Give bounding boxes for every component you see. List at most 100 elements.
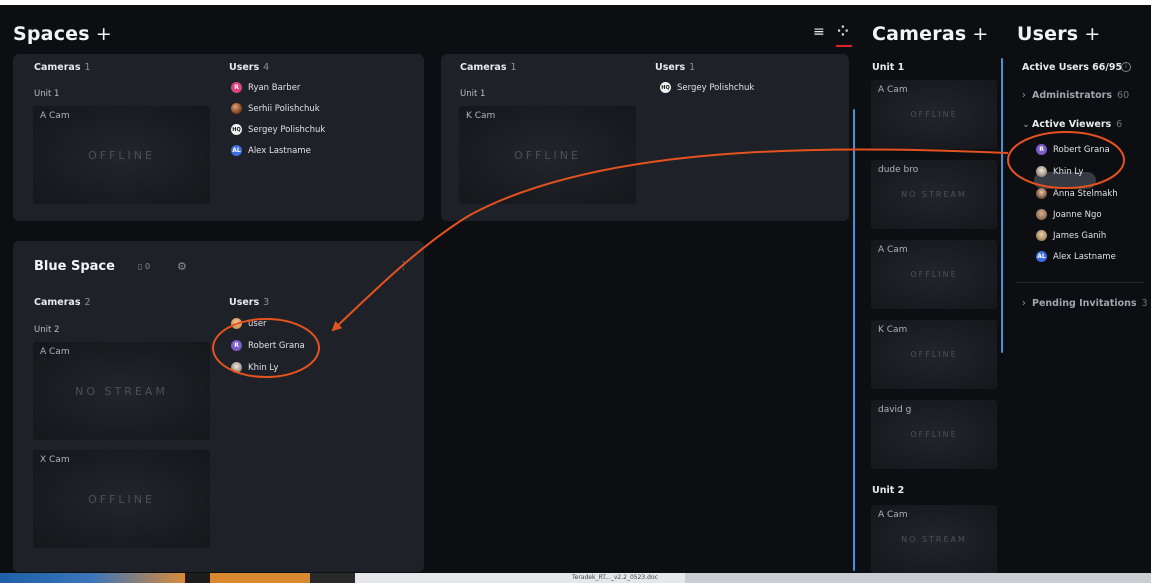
camera-tile[interactable]: dude bro NO STREAM bbox=[871, 160, 997, 229]
space-camera-count: ▯ 0 bbox=[138, 262, 151, 271]
camera-tile[interactable]: A Cam OFFLINE bbox=[871, 240, 997, 309]
camera-tile[interactable]: K Cam OFFLINE bbox=[871, 320, 997, 389]
viewer-item[interactable]: R Robert Grana bbox=[1036, 144, 1110, 155]
add-camera-button[interactable]: + bbox=[972, 23, 988, 45]
user-item[interactable]: R Robert Grana bbox=[231, 340, 305, 351]
divider bbox=[1016, 282, 1144, 283]
group-administrators[interactable]: › Administrators 60 bbox=[1022, 90, 1129, 101]
avatar: R bbox=[1036, 144, 1047, 155]
viewer-item[interactable]: AL Alex Lastname bbox=[1036, 251, 1116, 262]
camera-name: dude bro bbox=[878, 165, 919, 175]
camera-status: OFFLINE bbox=[910, 350, 958, 359]
viewer-item[interactable]: Joanne Ngo bbox=[1036, 209, 1102, 220]
avatar: R bbox=[231, 340, 242, 351]
avatar bbox=[231, 362, 242, 373]
users-label: Users 1 bbox=[655, 62, 696, 73]
unit-label: Unit 1 bbox=[872, 62, 905, 73]
camera-tile[interactable]: X Cam OFFLINE bbox=[33, 450, 210, 548]
unit-label: Unit 2 bbox=[872, 485, 905, 496]
avatar bbox=[231, 318, 242, 329]
taskbar-thumbnail[interactable] bbox=[185, 573, 210, 583]
taskbar-file-label: Teradek_RT..._v2.2_0523.doc bbox=[572, 574, 658, 581]
active-view-indicator bbox=[836, 45, 852, 47]
camera-tile[interactable]: K Cam OFFLINE bbox=[459, 106, 636, 204]
taskbar: Teradek_RT..._v2.2_0523.doc bbox=[0, 573, 1151, 583]
camera-status: OFFLINE bbox=[88, 493, 155, 506]
camera-name: A Cam bbox=[40, 111, 70, 121]
avatar: R bbox=[231, 82, 242, 93]
camera-name: A Cam bbox=[40, 347, 70, 357]
info-icon[interactable]: i bbox=[1121, 62, 1131, 72]
viewer-item[interactable]: Anna Stelmakh bbox=[1036, 188, 1118, 199]
camera-name: A Cam bbox=[878, 85, 908, 95]
avatar bbox=[1036, 188, 1047, 199]
space-title: Blue Space bbox=[34, 259, 115, 274]
camera-tile[interactable]: A Cam NO STREAM bbox=[33, 342, 210, 440]
user-item[interactable]: HQ Sergey Polishchuk bbox=[660, 82, 754, 93]
add-user-button[interactable]: + bbox=[1084, 23, 1100, 45]
spaces-scrollbar[interactable] bbox=[853, 109, 855, 571]
user-item[interactable]: Khin Ly bbox=[231, 362, 278, 373]
camera-status: OFFLINE bbox=[910, 110, 958, 119]
camera-name: david g bbox=[878, 405, 912, 415]
avatar: AL bbox=[1036, 251, 1047, 262]
camera-status: NO STREAM bbox=[901, 535, 967, 544]
avatar: HQ bbox=[660, 82, 671, 93]
chevron-right-icon: › bbox=[1022, 298, 1026, 309]
chevron-down-icon: ⌄ bbox=[1022, 119, 1030, 130]
users-title: Users bbox=[1017, 23, 1079, 45]
user-item[interactable]: HQ Sergey Polishchuk bbox=[231, 124, 325, 135]
add-space-button[interactable]: + bbox=[96, 23, 112, 45]
chevron-right-icon: › bbox=[1022, 90, 1026, 101]
spaces-header: Spaces + bbox=[13, 23, 112, 45]
unit-label: Unit 2 bbox=[34, 325, 60, 335]
camera-name: K Cam bbox=[878, 325, 908, 335]
camera-name: A Cam bbox=[878, 245, 908, 255]
camera-status: NO STREAM bbox=[901, 190, 967, 199]
camera-status: NO STREAM bbox=[75, 385, 168, 398]
camera-tile[interactable]: A Cam OFFLINE bbox=[871, 80, 997, 149]
unit-label: Unit 1 bbox=[34, 89, 60, 99]
camera-tile[interactable]: A Cam OFFLINE bbox=[33, 106, 210, 204]
users-label: Users 3 bbox=[229, 297, 270, 308]
cameras-label: Cameras 2 bbox=[34, 297, 91, 308]
avatar bbox=[1036, 230, 1047, 241]
camera-icon: ▯ bbox=[138, 262, 143, 271]
avatar: AL bbox=[231, 145, 242, 156]
camera-status: OFFLINE bbox=[910, 430, 958, 439]
more-menu-icon[interactable]: ⋮ bbox=[398, 259, 409, 272]
user-item[interactable]: AL Alex Lastname bbox=[231, 145, 311, 156]
group-active-viewers[interactable]: ⌄ Active Viewers 6 bbox=[1022, 119, 1122, 130]
user-item[interactable]: user bbox=[231, 318, 267, 329]
camera-status: OFFLINE bbox=[910, 270, 958, 279]
camera-tile[interactable]: A Cam NO STREAM bbox=[871, 505, 997, 574]
users-label: Users 4 bbox=[229, 62, 270, 73]
viewer-item[interactable]: Khin Ly bbox=[1036, 166, 1083, 177]
spaces-title: Spaces bbox=[13, 23, 90, 45]
cameras-label: Cameras 1 bbox=[460, 62, 517, 73]
settings-gear-icon[interactable]: ⚙ bbox=[177, 260, 187, 273]
group-pending-invitations[interactable]: › Pending Invitations 3 bbox=[1022, 298, 1148, 309]
list-view-icon[interactable]: ≡ bbox=[813, 24, 825, 40]
camera-name: X Cam bbox=[40, 455, 70, 465]
grid-view-icon[interactable]: ⁘ bbox=[837, 24, 849, 40]
camera-name: A Cam bbox=[878, 510, 908, 520]
taskbar-thumbnail[interactable] bbox=[210, 573, 310, 583]
avatar bbox=[1036, 209, 1047, 220]
taskbar-thumbnail[interactable] bbox=[310, 573, 355, 583]
active-users-count: Active Users 66/95 bbox=[1022, 62, 1123, 73]
taskbar-thumbnail[interactable] bbox=[0, 573, 185, 583]
app-window: Spaces + ≡ ⁘ Cameras + Users + Cameras 1 Use… bbox=[0, 5, 1151, 579]
camera-status: OFFLINE bbox=[514, 149, 581, 162]
unit-label: Unit 1 bbox=[460, 89, 486, 99]
avatar: HQ bbox=[231, 124, 242, 135]
camera-name: K Cam bbox=[466, 111, 496, 121]
user-item[interactable]: R Ryan Barber bbox=[231, 82, 300, 93]
user-item[interactable]: Serhii Polishchuk bbox=[231, 103, 320, 114]
viewer-item[interactable]: James Ganih bbox=[1036, 230, 1106, 241]
cameras-title: Cameras bbox=[872, 23, 967, 45]
cameras-scrollbar[interactable] bbox=[1001, 58, 1003, 353]
avatar bbox=[231, 103, 242, 114]
camera-tile[interactable]: david g OFFLINE bbox=[871, 400, 997, 469]
cameras-header: Cameras + bbox=[872, 23, 988, 45]
